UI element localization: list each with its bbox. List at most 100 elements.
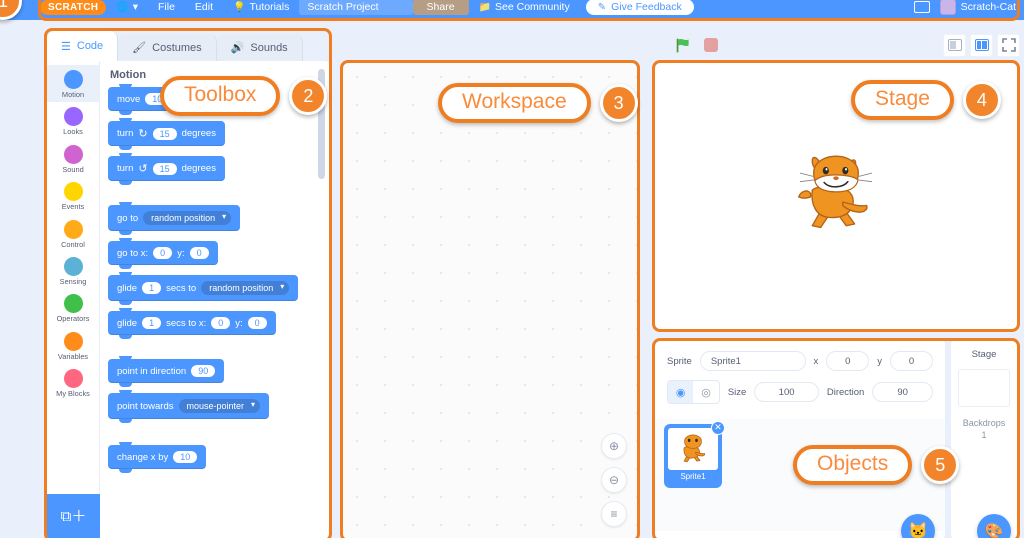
- block-text: turn: [117, 128, 134, 139]
- callout-label: Objects: [793, 445, 913, 485]
- block-dropdown-target[interactable]: random position: [201, 281, 290, 295]
- block-input-direction[interactable]: 90: [191, 365, 216, 377]
- direction-label: Direction: [826, 386, 865, 398]
- palette-row: point towards mouse-pointer: [108, 390, 329, 429]
- delete-badge-icon[interactable]: ✕: [711, 421, 725, 435]
- palette-row: point in direction 90: [108, 356, 329, 393]
- block-point-towards[interactable]: point towards mouse-pointer: [108, 390, 270, 423]
- block-input-degrees[interactable]: 15: [152, 162, 177, 175]
- block-input-x[interactable]: 0: [211, 317, 231, 329]
- category-events[interactable]: Events: [47, 177, 100, 214]
- category-color-dot: [63, 369, 83, 389]
- tab-sounds[interactable]: 🔊 Sounds: [216, 34, 303, 61]
- category-motion[interactable]: Motion: [47, 65, 100, 103]
- tab-costumes-label: Costumes: [152, 41, 202, 54]
- block-go-to[interactable]: go to random position: [108, 202, 241, 235]
- see-community-button[interactable]: 📁 See Community: [469, 0, 580, 17]
- project-name-input[interactable]: Scratch Project: [299, 0, 413, 15]
- block-text: glide: [117, 282, 138, 294]
- sprite-item-label: Sprite1: [680, 472, 706, 481]
- category-sound[interactable]: Sound: [47, 140, 100, 177]
- callout-label: Toolbox: [160, 76, 281, 116]
- block-dropdown-towards[interactable]: mouse-pointer: [178, 399, 261, 413]
- category-sensing[interactable]: Sensing: [47, 252, 100, 289]
- scratch-cat-sprite[interactable]: [793, 155, 879, 238]
- block-turn-left[interactable]: turn ↺ 15 degrees: [108, 153, 225, 185]
- green-flag-icon[interactable]: [675, 37, 692, 54]
- edit-menu[interactable]: Edit: [185, 0, 223, 17]
- callout-number: 4: [962, 81, 1001, 119]
- block-go-to-xy[interactable]: go to x: 0 y: 0: [108, 238, 218, 269]
- block-turn-right[interactable]: turn ↻ 15 degrees: [108, 118, 225, 150]
- block-input-secs[interactable]: 1: [142, 282, 162, 294]
- category-looks[interactable]: Looks: [47, 102, 100, 139]
- category-variables[interactable]: Variables: [47, 327, 100, 364]
- category-operators[interactable]: Operators: [47, 289, 100, 326]
- sprite-direction-input[interactable]: 90: [872, 382, 933, 402]
- sprite-name-input[interactable]: Sprite1: [699, 351, 806, 371]
- block-change-x-by[interactable]: change x by 10: [108, 442, 207, 473]
- stage-pane-title: Stage: [971, 349, 997, 360]
- code-workspace[interactable]: ⊕ ⊖ ≡ ➔: [343, 63, 637, 538]
- sprite-x-input[interactable]: 0: [826, 351, 870, 371]
- fullscreen-icon[interactable]: [997, 33, 1020, 57]
- eye-hide-icon[interactable]: ◎: [693, 381, 719, 403]
- sprite-y-input[interactable]: 0: [890, 351, 933, 371]
- block-glide-to-xy[interactable]: glide 1 secs to x: 0 y: 0: [108, 308, 276, 339]
- category-label: Looks: [63, 127, 83, 137]
- callout-workspace: Workspace 3: [438, 83, 638, 123]
- category-color-dot: [63, 294, 83, 314]
- language-menu[interactable]: 🌐 ▾: [106, 0, 148, 17]
- lightbulb-icon: 💡: [233, 1, 246, 13]
- block-text: secs to x:: [166, 317, 207, 329]
- block-palette[interactable]: Motion move 10 steps turn ↻ 15 degrees t…: [100, 61, 329, 538]
- block-point-in-direction[interactable]: point in direction 90: [108, 356, 225, 387]
- block-input-y[interactable]: 0: [189, 247, 209, 259]
- brush-icon: 🖌: [132, 42, 147, 54]
- add-sprite-icon[interactable]: 🐱: [901, 514, 935, 538]
- tab-costumes[interactable]: 🖌 Costumes: [118, 34, 217, 61]
- large-stage-icon[interactable]: [970, 33, 993, 57]
- zoom-in-icon[interactable]: ⊕: [601, 433, 627, 459]
- file-menu[interactable]: File: [148, 0, 185, 17]
- zoom-out-icon[interactable]: ⊖: [601, 467, 627, 493]
- eye-show-icon[interactable]: ◉: [668, 381, 694, 403]
- tutorials-menu[interactable]: 💡 Tutorials: [223, 0, 299, 17]
- add-extension-button[interactable]: ⧉＋: [47, 494, 100, 538]
- account-menu[interactable]: Scratch-Cat: [939, 0, 1024, 15]
- block-input-x[interactable]: 0: [153, 247, 173, 259]
- menu-bar: SCRATCH 🌐 ▾ File Edit 💡 Tutorials Scratc…: [0, 0, 1024, 20]
- sprite-item-sprite1[interactable]: ✕ Sprite1: [665, 421, 725, 487]
- backdrop-thumbnail[interactable]: [958, 369, 1010, 407]
- block-text: y:: [235, 317, 243, 329]
- tab-sounds-label: Sounds: [250, 41, 288, 54]
- block-input-degrees[interactable]: 15: [152, 127, 177, 140]
- sprite-pane: Sprite Sprite1 x 0 y 0 ◉ ◎ Size 100 Dire…: [655, 341, 945, 538]
- small-stage-icon[interactable]: [943, 33, 966, 57]
- block-glide-to[interactable]: glide 1 secs to random position: [108, 272, 299, 305]
- globe-icon: 🌐: [116, 1, 129, 13]
- tutorials-label: Tutorials: [249, 1, 290, 13]
- block-input-secs[interactable]: 1: [142, 317, 162, 329]
- block-category-rail: Motion Looks Sound Events Control Sensin…: [47, 61, 100, 538]
- pencil-icon: ✎: [597, 1, 607, 13]
- avatar: [939, 0, 956, 15]
- tab-code[interactable]: ☰ Code: [47, 31, 119, 61]
- stage-selector-pane[interactable]: Stage Backdrops 1 🎨: [951, 341, 1017, 538]
- give-feedback-button[interactable]: ✎ Give Feedback: [585, 0, 694, 15]
- category-control[interactable]: Control: [47, 215, 100, 252]
- zoom-reset-icon[interactable]: ≡: [601, 501, 627, 527]
- category-color-dot: [63, 257, 83, 277]
- share-button[interactable]: Share: [412, 0, 469, 15]
- block-dropdown-target[interactable]: random position: [143, 211, 232, 225]
- sprite-size-input[interactable]: 100: [754, 382, 819, 402]
- block-input-dx[interactable]: 10: [173, 451, 198, 463]
- category-label: Control: [61, 239, 85, 249]
- scratch-logo[interactable]: SCRATCH: [40, 0, 107, 15]
- stop-sign-icon[interactable]: [704, 38, 718, 52]
- category-my-blocks[interactable]: My Blocks: [47, 364, 100, 401]
- block-input-y[interactable]: 0: [247, 317, 267, 329]
- my-stuff-icon[interactable]: [913, 1, 930, 13]
- add-backdrop-icon[interactable]: 🎨: [977, 514, 1011, 538]
- block-text: change x by: [117, 451, 169, 463]
